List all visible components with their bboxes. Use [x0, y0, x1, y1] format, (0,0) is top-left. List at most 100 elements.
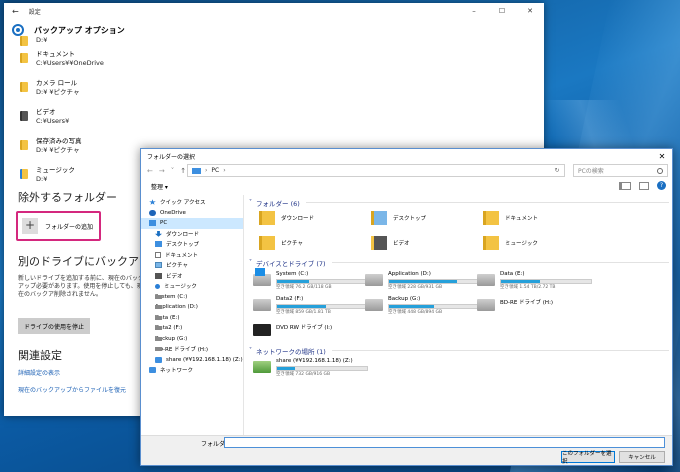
dvd-drive-icon: [253, 324, 271, 336]
nav-item-videos[interactable]: ビデオ: [141, 271, 243, 282]
plus-icon: +: [22, 218, 38, 234]
nav-item-quick-access[interactable]: クイック アクセス: [141, 197, 243, 208]
navigation-pane: クイック アクセス OneDrive PC ダウンロード デスクトップ ドキュメ…: [141, 195, 244, 435]
folder-tile-label: ダウンロード: [281, 216, 315, 222]
nav-item-downloads[interactable]: ダウンロード: [141, 229, 243, 240]
drive-tile[interactable]: Data (E:) 空き領域 1.54 TB/2.72 TB: [477, 271, 592, 299]
nav-item-drive-f[interactable]: Data2 (F:): [141, 323, 243, 334]
address-bar[interactable]: › PC › ↻: [187, 164, 565, 177]
drive-icon: [155, 347, 162, 352]
drive-tile[interactable]: Data2 (F:) 空き領域 859 GB/1.81 TB: [253, 296, 368, 324]
stop-using-drive-button[interactable]: ドライブの使用を停止: [18, 318, 90, 334]
drive-icon: [365, 299, 383, 311]
folder-tile[interactable]: ピクチャ: [259, 236, 303, 250]
drive-name: DVD RW ドライブ (I:): [276, 325, 333, 331]
close-icon[interactable]: ✕: [516, 7, 544, 15]
folder-tile[interactable]: ドキュメント: [483, 211, 538, 225]
back-arrow-icon[interactable]: ←: [147, 167, 153, 175]
folder-tile[interactable]: ビデオ: [371, 236, 410, 250]
folder-tile[interactable]: ミュージック: [483, 236, 538, 250]
folder-path: C:¥Users¥¥OneDrive: [36, 59, 104, 67]
drive-usage-bar: [388, 304, 480, 309]
folder-name: ミュージック: [36, 166, 75, 174]
drive-tile[interactable]: Backup (G:) 空き領域 448 GB/894 GB: [365, 296, 480, 324]
maximize-icon[interactable]: ☐: [488, 7, 516, 15]
folder-tile-label: ドキュメント: [505, 216, 539, 222]
dialog-footer: フォルダー: このフォルダーを選択 キャンセル: [141, 435, 672, 465]
other-drive-description: 新しいドライブを追加する前に、現在のバックアップ必要があります。使用を停止しても…: [18, 275, 144, 298]
drive-name: Application (D:): [388, 271, 431, 277]
nav-label: ミュージック: [164, 284, 197, 291]
advanced-settings-link[interactable]: 詳細設定の表示: [18, 368, 60, 377]
nav-item-pc[interactable]: PC: [141, 218, 243, 229]
network-drive-icon: [253, 361, 271, 373]
drive-icon: [253, 299, 271, 311]
cancel-button[interactable]: キャンセル: [619, 451, 665, 463]
desktop-icon: [155, 241, 162, 248]
list-item[interactable]: カメラ ロール D:¥ ¥ピクチャ: [4, 79, 544, 108]
back-arrow-icon[interactable]: ←: [12, 7, 19, 16]
nav-label: share (¥¥192.168.1.18) (Z:): [166, 356, 243, 363]
drive-free-space: 空き領域 76.2 GB/118 GB: [276, 285, 332, 290]
group-label: ネットワークの場所 (1): [256, 347, 326, 356]
drive-tile[interactable]: System (C:) 空き領域 76.2 GB/118 GB: [253, 268, 368, 299]
drive-tile[interactable]: Application (D:) 空き領域 228 GB/931 GB: [365, 271, 480, 299]
nav-item-documents[interactable]: ドキュメント: [141, 250, 243, 261]
nav-item-music[interactable]: ミュージック: [141, 281, 243, 292]
nav-label: ピクチャ: [166, 263, 188, 270]
nav-label: クイック アクセス: [160, 200, 206, 207]
folder-tile[interactable]: デスクトップ: [371, 211, 426, 225]
folder-name: ドキュメント: [36, 50, 75, 58]
nav-item-drive-h[interactable]: BD-RE ドライブ (H:): [141, 344, 243, 355]
nav-item-desktop[interactable]: デスクトップ: [141, 239, 243, 250]
nav-item-drive-c[interactable]: System (C:): [141, 292, 243, 303]
document-folder-icon: [483, 211, 499, 225]
nav-item-onedrive[interactable]: OneDrive: [141, 208, 243, 219]
preview-pane-icon[interactable]: [639, 181, 649, 190]
drive-free-space: 空き領域 859 GB/1.81 TB: [276, 310, 331, 315]
nav-label: ビデオ: [166, 273, 183, 280]
drive-free-space: 空き領域 1.54 TB/2.72 TB: [500, 285, 556, 290]
group-header-folders[interactable]: ˅ フォルダー (6): [249, 197, 669, 208]
nav-item-network[interactable]: ネットワーク: [141, 365, 243, 376]
group-header-network[interactable]: ˅ ネットワークの場所 (1): [249, 345, 669, 356]
drive-icon: [155, 294, 162, 299]
add-folder-button[interactable]: + フォルダーの追加: [16, 211, 101, 241]
list-item[interactable]: ドキュメント C:¥Users¥¥OneDrive: [4, 50, 544, 79]
download-folder-icon: [259, 211, 275, 225]
list-item[interactable]: D:¥: [4, 36, 544, 50]
chevron-right-icon: ›: [205, 167, 208, 174]
close-icon[interactable]: ✕: [652, 152, 672, 161]
download-icon: [155, 230, 162, 237]
minimize-icon[interactable]: –: [460, 7, 488, 15]
group-header-drives[interactable]: ˅ デバイスとドライブ (7): [249, 257, 669, 268]
nav-item-drive-d[interactable]: Application (D:): [141, 302, 243, 313]
nav-item-drive-e[interactable]: Data (E:): [141, 313, 243, 324]
folder-tile[interactable]: ダウンロード: [259, 211, 314, 225]
nav-item-share-z[interactable]: share (¥¥192.168.1.18) (Z:): [141, 355, 243, 366]
folder-field[interactable]: [224, 437, 665, 448]
folder-path: D:¥ ¥ピクチャ: [36, 146, 80, 154]
search-input[interactable]: PCの検索: [573, 164, 668, 177]
select-folder-button[interactable]: このフォルダーを選択: [561, 451, 615, 465]
restore-files-link[interactable]: 現在のバックアップからファイルを復元: [18, 385, 126, 394]
forward-arrow-icon[interactable]: →: [159, 167, 165, 175]
folder-path: C:¥Users¥: [36, 117, 70, 125]
music-icon: [155, 283, 160, 289]
drive-free-space: 空き領域 228 GB/931 GB: [388, 285, 443, 290]
view-options-icon[interactable]: [619, 181, 631, 190]
nav-item-drive-g[interactable]: Backup (G:): [141, 334, 243, 345]
nav-item-pictures[interactable]: ピクチャ: [141, 260, 243, 271]
up-arrow-icon[interactable]: ↑: [180, 167, 186, 175]
organize-menu[interactable]: 整理 ▾: [151, 182, 168, 191]
refresh-icon[interactable]: ↻: [550, 167, 564, 174]
chevron-down-icon[interactable]: ˅: [171, 167, 175, 175]
list-item[interactable]: ビデオ C:¥Users¥: [4, 108, 544, 137]
cloud-icon: [149, 209, 156, 216]
drive-name: Backup (G:): [388, 296, 421, 302]
folder-tile-label: ミュージック: [505, 241, 538, 247]
help-icon[interactable]: ?: [657, 181, 666, 190]
drive-tile[interactable]: BD-RE ドライブ (H:): [477, 296, 592, 324]
network-drive-tile[interactable]: share (¥¥192.168.1.18) (Z:) 空き領域 732 GB/9…: [253, 358, 368, 386]
folder-icon: [20, 140, 28, 150]
